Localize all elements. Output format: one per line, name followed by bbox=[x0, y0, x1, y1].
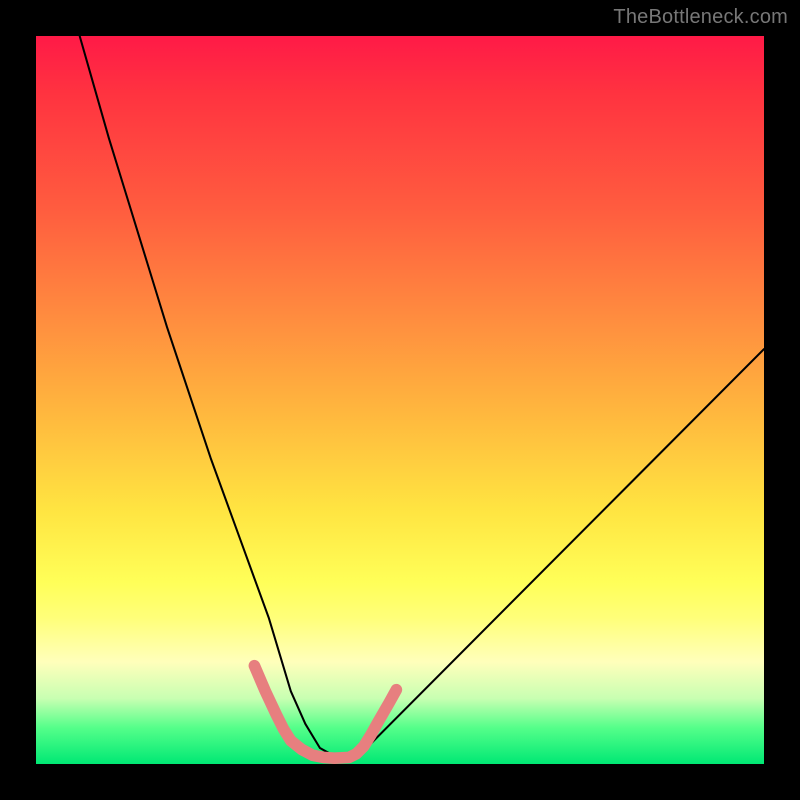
bottleneck-chart: TheBottleneck.com bbox=[0, 0, 800, 800]
highlight-segment-path bbox=[254, 666, 396, 758]
bottleneck-curve-path bbox=[80, 36, 764, 758]
chart-svg bbox=[36, 36, 764, 764]
watermark-label: TheBottleneck.com bbox=[613, 6, 788, 29]
